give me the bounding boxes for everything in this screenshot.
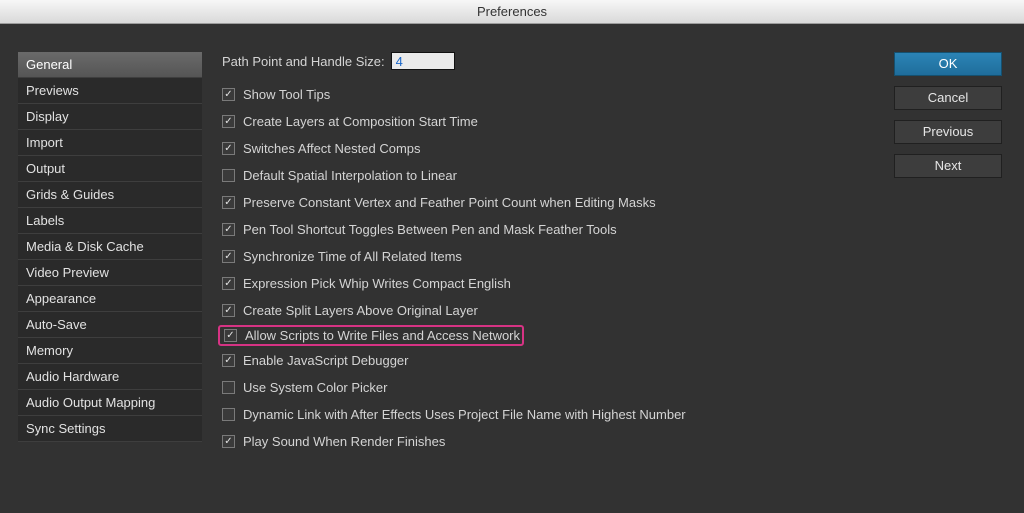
sidebar-item-general[interactable]: General bbox=[18, 52, 202, 78]
sidebar-item-label: Sync Settings bbox=[26, 421, 106, 436]
sidebar-item-memory[interactable]: Memory bbox=[18, 338, 202, 364]
checkmark-icon: ✓ bbox=[224, 252, 232, 262]
checkmark-icon: ✓ bbox=[226, 331, 234, 341]
path-point-row: Path Point and Handle Size: bbox=[218, 52, 878, 70]
option-row: ✓ Expression Pick Whip Writes Compact Eng… bbox=[218, 273, 878, 294]
checkmark-icon: ✓ bbox=[224, 117, 232, 127]
option-row: ✓ Enable JavaScript Debugger bbox=[218, 350, 878, 371]
sidebar-item-labels[interactable]: Labels bbox=[18, 208, 202, 234]
checkbox[interactable]: ✓ bbox=[222, 277, 235, 290]
option-row: ✓ Use System Color Picker bbox=[218, 377, 878, 398]
checkmark-icon: ✓ bbox=[224, 437, 232, 447]
cancel-button[interactable]: Cancel bbox=[894, 86, 1002, 110]
content-area: General Previews Display Import Output Grids … bbox=[0, 24, 1024, 513]
checkbox-label: Enable JavaScript Debugger bbox=[243, 353, 409, 368]
sidebar-item-label: Auto-Save bbox=[26, 317, 87, 332]
sidebar-item-label: Media & Disk Cache bbox=[26, 239, 144, 254]
sidebar-item-audio-output-mapping[interactable]: Audio Output Mapping bbox=[18, 390, 202, 416]
path-point-label: Path Point and Handle Size: bbox=[222, 54, 385, 69]
sidebar-item-label: Video Preview bbox=[26, 265, 109, 280]
previous-button[interactable]: Previous bbox=[894, 120, 1002, 144]
checkbox[interactable]: ✓ bbox=[222, 250, 235, 263]
option-row: ✓ Default Spatial Interpolation to Linear bbox=[218, 165, 878, 186]
sidebar-item-label: Appearance bbox=[26, 291, 96, 306]
option-row: ✓ Preserve Constant Vertex and Feather Po… bbox=[218, 192, 878, 213]
checkmark-icon: ✓ bbox=[224, 225, 232, 235]
sidebar-item-label: Audio Hardware bbox=[26, 369, 119, 384]
checkbox-label: Pen Tool Shortcut Toggles Between Pen an… bbox=[243, 222, 617, 237]
checkbox-label: Create Split Layers Above Original Layer bbox=[243, 303, 478, 318]
sidebar-item-label: Memory bbox=[26, 343, 73, 358]
checkbox[interactable]: ✓ bbox=[222, 381, 235, 394]
checkmark-icon: ✓ bbox=[224, 356, 232, 366]
path-point-input[interactable] bbox=[391, 52, 455, 70]
sidebar-item-audio-hardware[interactable]: Audio Hardware bbox=[18, 364, 202, 390]
checkbox[interactable]: ✓ bbox=[222, 115, 235, 128]
general-settings-panel: Path Point and Handle Size: ✓ Show Tool T… bbox=[218, 52, 878, 458]
checkbox[interactable]: ✓ bbox=[222, 169, 235, 182]
checkbox-label: Preserve Constant Vertex and Feather Poi… bbox=[243, 195, 656, 210]
checkbox-label: Play Sound When Render Finishes bbox=[243, 434, 445, 449]
sidebar-item-label: Audio Output Mapping bbox=[26, 395, 155, 410]
option-row: ✓ Create Split Layers Above Original Laye… bbox=[218, 300, 878, 321]
sidebar-item-grids-guides[interactable]: Grids & Guides bbox=[18, 182, 202, 208]
sidebar-item-media-disk-cache[interactable]: Media & Disk Cache bbox=[18, 234, 202, 260]
option-row: ✓ Synchronize Time of All Related Items bbox=[218, 246, 878, 267]
checkbox[interactable]: ✓ bbox=[224, 329, 237, 342]
sidebar-item-appearance[interactable]: Appearance bbox=[18, 286, 202, 312]
checkmark-icon: ✓ bbox=[224, 306, 232, 316]
next-button[interactable]: Next bbox=[894, 154, 1002, 178]
checkbox-label: Expression Pick Whip Writes Compact Engl… bbox=[243, 276, 511, 291]
checkbox-label: Synchronize Time of All Related Items bbox=[243, 249, 462, 264]
option-row: ✓ Play Sound When Render Finishes bbox=[218, 431, 878, 452]
sidebar-item-label: Previews bbox=[26, 83, 79, 98]
sidebar-item-auto-save[interactable]: Auto-Save bbox=[18, 312, 202, 338]
sidebar-item-label: Display bbox=[26, 109, 69, 124]
checkbox[interactable]: ✓ bbox=[222, 435, 235, 448]
checkbox-label: Default Spatial Interpolation to Linear bbox=[243, 168, 457, 183]
checkmark-icon: ✓ bbox=[224, 90, 232, 100]
sidebar-item-import[interactable]: Import bbox=[18, 130, 202, 156]
checkbox[interactable]: ✓ bbox=[222, 196, 235, 209]
window-title: Preferences bbox=[477, 4, 547, 19]
option-row: ✓ Switches Affect Nested Comps bbox=[218, 138, 878, 159]
checkbox-label: Show Tool Tips bbox=[243, 87, 330, 102]
checkbox-label: Use System Color Picker bbox=[243, 380, 387, 395]
checkbox[interactable]: ✓ bbox=[222, 88, 235, 101]
checkbox-label: Dynamic Link with After Effects Uses Pro… bbox=[243, 407, 686, 422]
sidebar-item-label: Grids & Guides bbox=[26, 187, 114, 202]
checkbox[interactable]: ✓ bbox=[222, 304, 235, 317]
checkmark-icon: ✓ bbox=[224, 144, 232, 154]
sidebar-item-output[interactable]: Output bbox=[18, 156, 202, 182]
sidebar-item-previews[interactable]: Previews bbox=[18, 78, 202, 104]
sidebar-item-label: Import bbox=[26, 135, 63, 150]
sidebar-item-label: Labels bbox=[26, 213, 64, 228]
sidebar-item-label: Output bbox=[26, 161, 65, 176]
checkbox[interactable]: ✓ bbox=[222, 354, 235, 367]
checkbox[interactable]: ✓ bbox=[222, 142, 235, 155]
checkbox[interactable]: ✓ bbox=[222, 223, 235, 236]
sidebar-item-sync-settings[interactable]: Sync Settings bbox=[18, 416, 202, 442]
checkmark-icon: ✓ bbox=[224, 198, 232, 208]
checkbox-label: Allow Scripts to Write Files and Access … bbox=[245, 328, 520, 343]
option-row: ✓ Pen Tool Shortcut Toggles Between Pen a… bbox=[218, 219, 878, 240]
option-row: ✓ Dynamic Link with After Effects Uses Pr… bbox=[218, 404, 878, 425]
option-row: ✓ Allow Scripts to Write Files and Access… bbox=[218, 325, 524, 346]
checkmark-icon: ✓ bbox=[224, 279, 232, 289]
checkbox[interactable]: ✓ bbox=[222, 408, 235, 421]
category-sidebar: General Previews Display Import Output Grids … bbox=[18, 52, 202, 442]
sidebar-item-video-preview[interactable]: Video Preview bbox=[18, 260, 202, 286]
sidebar-item-display[interactable]: Display bbox=[18, 104, 202, 130]
checkbox-label: Create Layers at Composition Start Time bbox=[243, 114, 478, 129]
option-row: ✓ Show Tool Tips bbox=[218, 84, 878, 105]
dialog-buttons: OK Cancel Previous Next bbox=[894, 52, 1002, 178]
checkbox-label: Switches Affect Nested Comps bbox=[243, 141, 421, 156]
sidebar-item-label: General bbox=[26, 57, 72, 72]
ok-button[interactable]: OK bbox=[894, 52, 1002, 76]
option-row: ✓ Create Layers at Composition Start Time bbox=[218, 111, 878, 132]
window-titlebar: Preferences bbox=[0, 0, 1024, 24]
